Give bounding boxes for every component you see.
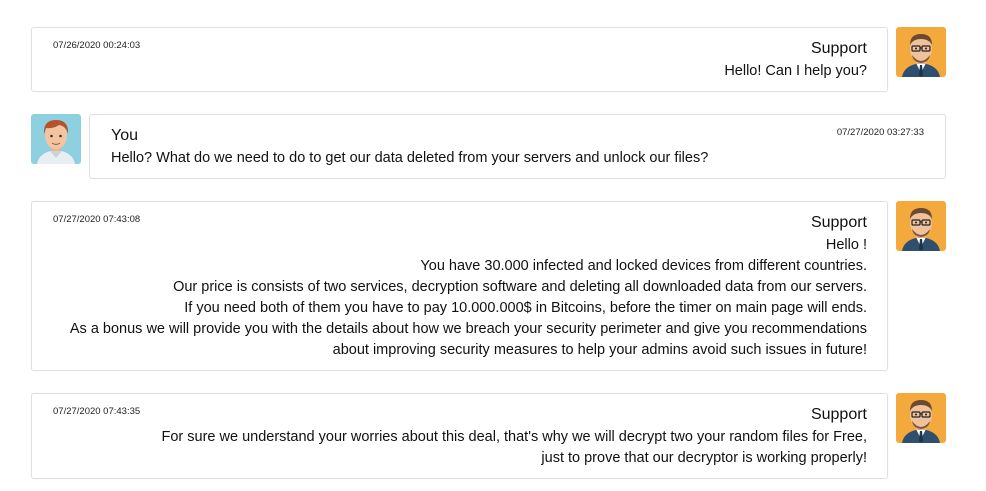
- message-line: As a bonus we will provide you with the …: [69, 321, 867, 337]
- chat-message-support-3: 07/27/2020 07:43:35 Support For sure we …: [31, 393, 946, 479]
- message-line: If you need both of them you have to pay…: [184, 300, 867, 316]
- chat-message-support-2: 07/27/2020 07:43:08 Support Hello ! You …: [31, 201, 946, 371]
- message-sender: You: [111, 127, 138, 144]
- message-text: Hello? What do we need to do to get our …: [111, 148, 708, 169]
- message-line: For sure we understand your worries abou…: [161, 429, 867, 445]
- message-sender: Support: [810, 40, 867, 57]
- message-line: Hello !: [825, 237, 867, 253]
- chat-message-support-1: 07/26/2020 00:24:03 Support Hello! Can I…: [31, 27, 946, 92]
- message-timestamp: 07/26/2020 00:24:03: [53, 40, 141, 51]
- message-bubble: 07/26/2020 00:24:03 Support Hello! Can I…: [31, 27, 888, 92]
- support-avatar-icon: [896, 27, 946, 77]
- message-line: Hello? What do we need to do to get our …: [111, 150, 709, 166]
- message-line: You have 30.000 infected and locked devi…: [420, 258, 867, 274]
- chat-message-you-1: You 07/27/2020 03:27:33 Hello? What do w…: [31, 114, 946, 179]
- message-line: Hello! Can I help you?: [724, 63, 867, 79]
- message-timestamp: 07/27/2020 07:43:35: [53, 406, 141, 417]
- message-text: Hello ! You have 30.000 infected and loc…: [70, 235, 867, 361]
- message-timestamp: 07/27/2020 07:43:08: [53, 214, 141, 225]
- message-bubble: You 07/27/2020 03:27:33 Hello? What do w…: [89, 114, 946, 179]
- support-avatar-icon: [896, 393, 946, 443]
- message-sender: Support: [810, 406, 867, 423]
- message-bubble: 07/27/2020 07:43:35 Support For sure we …: [31, 393, 888, 479]
- message-timestamp: 07/27/2020 03:27:33: [836, 127, 924, 138]
- message-line: just to prove that our decryptor is work…: [541, 450, 867, 466]
- message-text: For sure we understand your worries abou…: [161, 427, 867, 469]
- user-avatar-icon: [31, 114, 81, 164]
- message-line: Our price is consists of two services, d…: [173, 279, 867, 295]
- message-line: about improving security measures to hel…: [332, 342, 867, 358]
- message-sender: Support: [810, 214, 867, 231]
- support-avatar-icon: [896, 201, 946, 251]
- message-text: Hello! Can I help you?: [724, 61, 867, 82]
- message-bubble: 07/27/2020 07:43:08 Support Hello ! You …: [31, 201, 888, 371]
